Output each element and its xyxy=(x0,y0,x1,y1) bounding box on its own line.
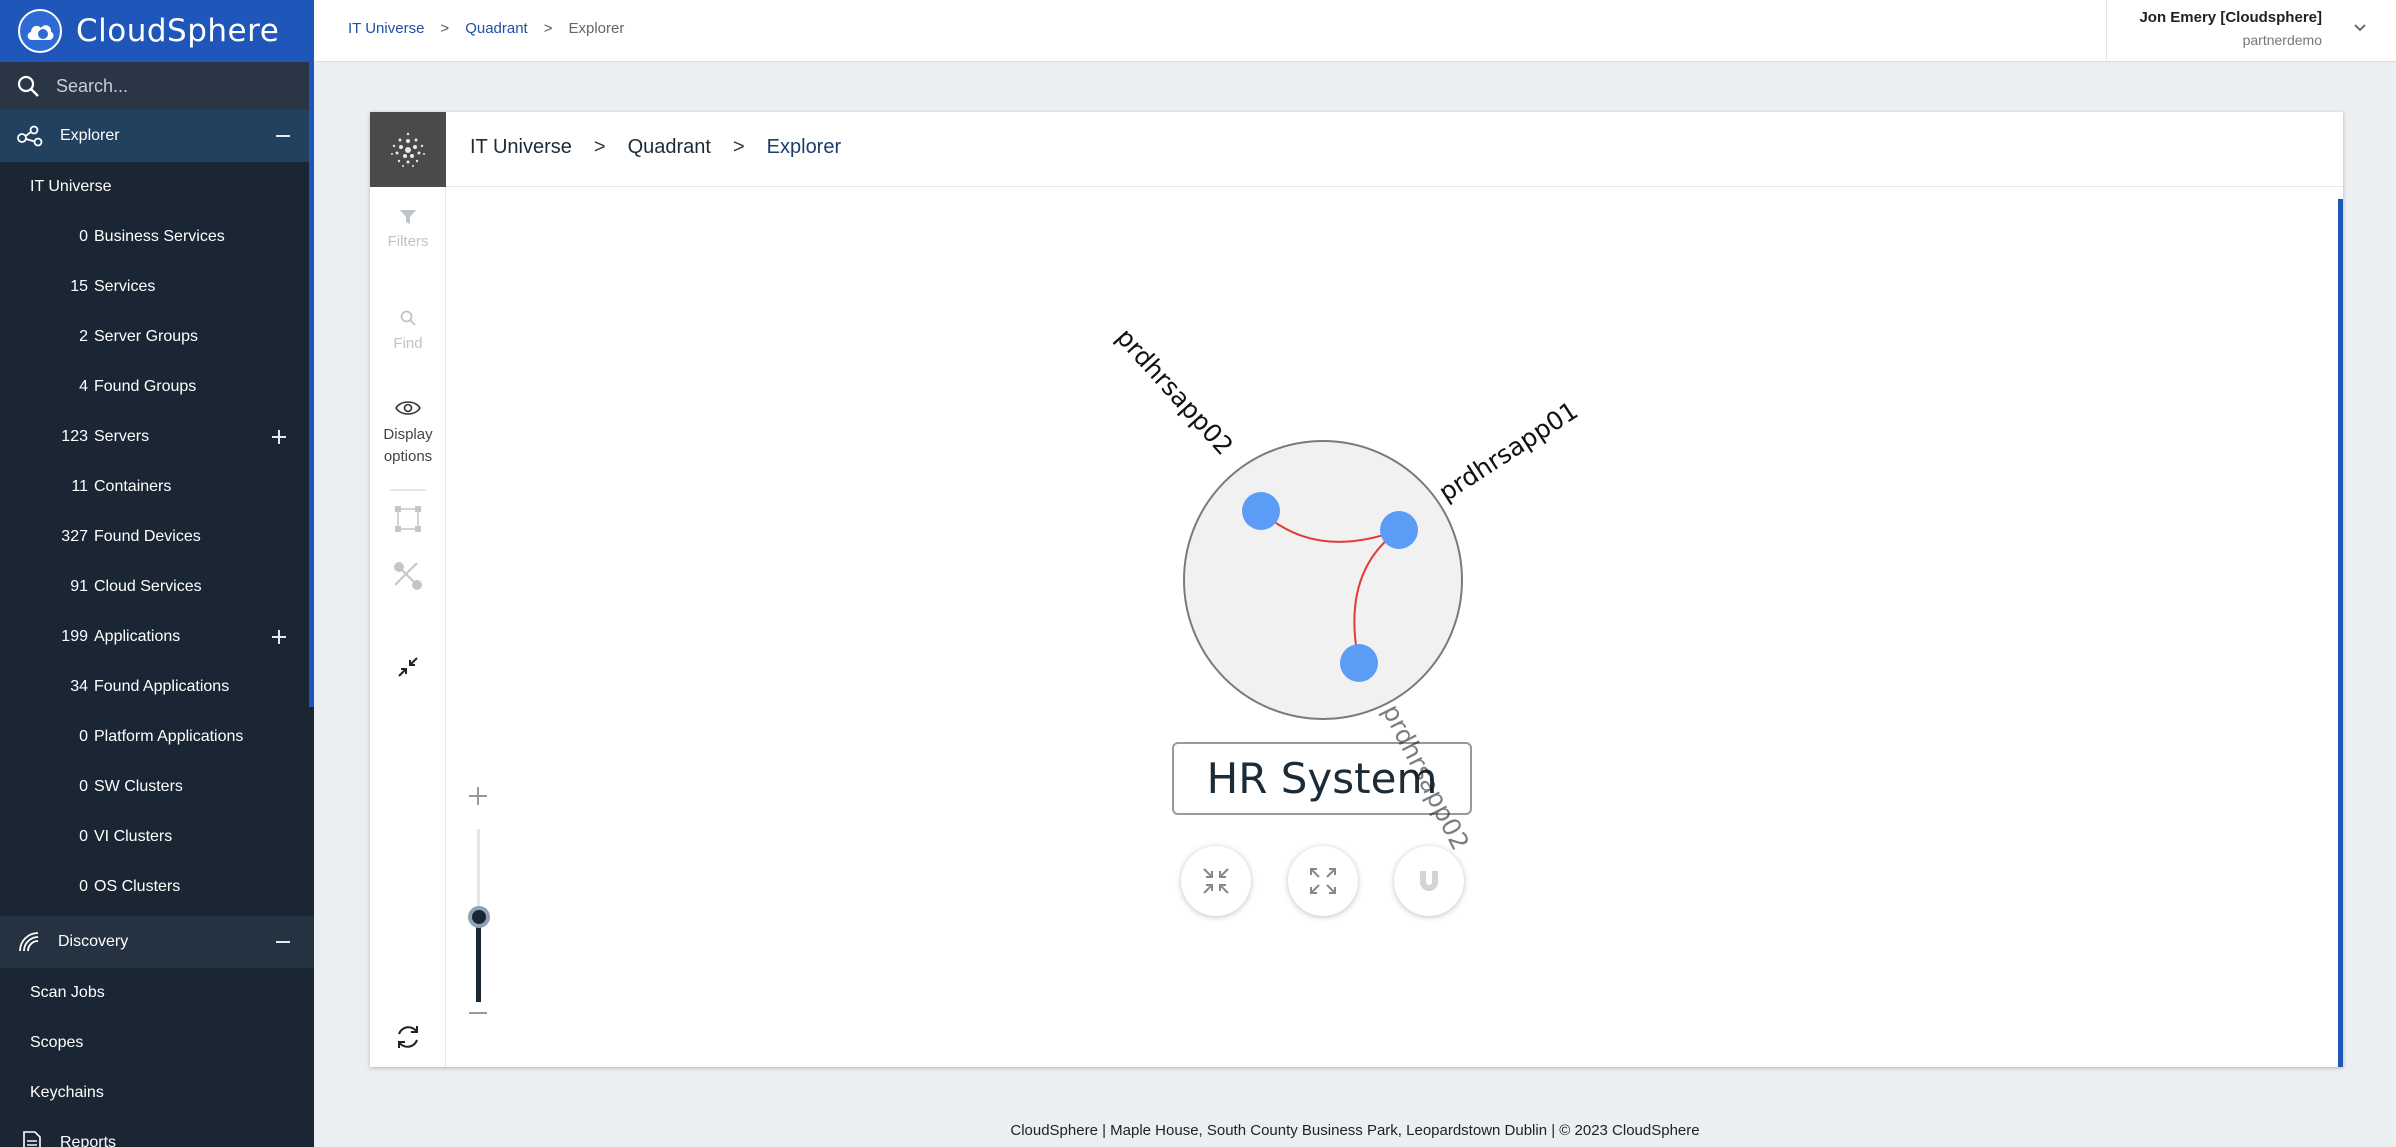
breadcrumb-explorer: Explorer xyxy=(568,20,625,37)
sidebar-item-label: Scan Jobs xyxy=(30,984,105,1001)
sidebar-item-reports[interactable]: Reports xyxy=(0,1118,314,1147)
graph-node-prdhrsapp01[interactable] xyxy=(1380,511,1418,549)
graph-node-prdhrsapp02-b[interactable] xyxy=(1340,644,1378,682)
collapse-icon[interactable] xyxy=(276,941,290,943)
sidebar-item-count: 34 xyxy=(70,678,88,695)
sidebar-item-label: Services xyxy=(94,278,156,295)
sidebar-item-scan-jobs[interactable]: Scan Jobs xyxy=(0,968,314,1018)
sidebar-item-count: 199 xyxy=(61,628,88,645)
sidebar-item-label: VI Clusters xyxy=(94,828,173,845)
breadcrumb-quadrant[interactable]: Quadrant xyxy=(465,20,528,37)
sidebar-item-count: 0 xyxy=(79,228,88,245)
sidebar-explorer-label: Explorer xyxy=(60,127,120,144)
graph-svg: prdhrsapp02 prdhrsapp01 xyxy=(1111,323,1583,720)
sidebar-item-os-clusters[interactable]: 0 OS Clusters xyxy=(0,862,314,912)
user-menu[interactable]: Jon Emery [Cloudsphere] partnerdemo xyxy=(2106,0,2396,62)
user-org: partnerdemo xyxy=(2242,32,2322,48)
breadcrumb-it-universe[interactable]: IT Universe xyxy=(348,20,424,37)
magnet-button[interactable] xyxy=(1394,846,1464,916)
sidebar-item-containers[interactable]: 11 Containers xyxy=(0,462,314,512)
sidebar-item-label: IT Universe xyxy=(30,178,112,195)
sidebar-item-it-universe[interactable]: IT Universe xyxy=(0,162,314,212)
graph-node-prdhrsapp02[interactable] xyxy=(1242,492,1280,530)
sidebar-item-label: OS Clusters xyxy=(94,878,181,895)
sidebar-item-label: Found Applications xyxy=(94,678,230,695)
sidebar-item-scopes[interactable]: Scopes xyxy=(0,1018,314,1068)
sidebar-item-sw-clusters[interactable]: 0 SW Clusters xyxy=(0,762,314,812)
sidebar-discovery-label: Discovery xyxy=(58,933,129,950)
sidebar-item-label: Server Groups xyxy=(94,328,199,345)
sidebar-item-label: Applications xyxy=(94,628,181,645)
sidebar-item-found-applications[interactable]: 34 Found Applications xyxy=(0,662,314,712)
sidebar-scrollbar[interactable] xyxy=(309,62,314,707)
sidebar-item-applications[interactable]: 199 Applications xyxy=(0,612,314,662)
brand-name: CloudSphere xyxy=(76,13,280,49)
sidebar-item-count: 0 xyxy=(79,878,88,895)
sidebar-item-services[interactable]: 15 Services xyxy=(0,262,314,312)
top-bar: IT Universe > Quadrant > Explorer Jon Em… xyxy=(314,0,2396,62)
expand-group-button[interactable] xyxy=(1288,846,1358,916)
sidebar-item-label: SW Clusters xyxy=(94,778,183,795)
sidebar-item-count: 0 xyxy=(79,778,88,795)
sidebar-item-label: Cloud Services xyxy=(94,578,202,595)
sidebar-item-server-groups[interactable]: 2 Server Groups xyxy=(0,312,314,362)
cloudsphere-logo-icon xyxy=(18,9,62,53)
group-boundary[interactable] xyxy=(1183,440,1463,720)
sidebar-item-count: 11 xyxy=(71,478,88,495)
expand-icon xyxy=(1310,868,1336,894)
sidebar-item-servers[interactable]: 123 Servers xyxy=(0,412,314,462)
sidebar-item-count: 91 xyxy=(70,578,88,595)
sidebar-section-explorer[interactable]: Explorer xyxy=(0,110,314,162)
sidebar-item-count: 327 xyxy=(61,528,88,545)
sidebar: CloudSphere Search... Explorer IT Univer… xyxy=(0,0,314,1147)
search-placeholder: Search... xyxy=(56,75,129,96)
node-label: prdhrsapp01 xyxy=(1433,396,1583,507)
collapse-group-button[interactable] xyxy=(1181,846,1251,916)
group-label[interactable]: HR System xyxy=(1172,742,1472,815)
sidebar-item-vi-clusters[interactable]: 0 VI Clusters xyxy=(0,812,314,862)
expand-plus-icon[interactable] xyxy=(272,430,286,444)
search-input[interactable]: Search... xyxy=(0,62,314,110)
sidebar-section-discovery[interactable]: Discovery xyxy=(0,916,314,968)
collapse-icon xyxy=(1203,868,1229,894)
sidebar-item-list: 0 Business Services 15 Services 2 Server Grou… xyxy=(0,212,314,912)
breadcrumb-separator: > xyxy=(440,20,450,37)
sidebar-item-label: Found Devices xyxy=(94,528,201,545)
sidebar-item-count: 0 xyxy=(79,828,88,845)
sidebar-item-label: Platform Applications xyxy=(94,728,244,745)
expand-plus-icon[interactable] xyxy=(272,630,286,644)
sidebar-item-count: 15 xyxy=(70,278,88,295)
footer: CloudSphere | Maple House, South County … xyxy=(1010,1122,1700,1139)
discovery-icon xyxy=(19,932,39,952)
explorer-panel: IT Universe > Quadrant > Explorer Filter… xyxy=(370,112,2343,1067)
sidebar-item-label: Found Groups xyxy=(94,378,197,395)
reports-icon xyxy=(23,1131,41,1147)
sidebar-item-label: Scopes xyxy=(30,1034,84,1051)
magnet-icon xyxy=(1420,871,1438,891)
sidebar-item-count: 2 xyxy=(79,328,88,345)
sidebar-item-platform-applications[interactable]: 0 Platform Applications xyxy=(0,712,314,762)
user-name: Jon Emery [Cloudsphere] xyxy=(2139,9,2322,26)
collapse-icon[interactable] xyxy=(276,135,290,137)
sidebar-item-count: 4 xyxy=(79,378,88,395)
breadcrumb: IT Universe > Quadrant > Explorer xyxy=(348,20,624,37)
sidebar-item-label: Keychains xyxy=(30,1084,104,1101)
sidebar-item-count: 0 xyxy=(79,728,88,745)
breadcrumb-separator: > xyxy=(543,20,553,37)
sidebar-item-cloud-services[interactable]: 91 Cloud Services xyxy=(0,562,314,612)
sidebar-item-found-devices[interactable]: 327 Found Devices xyxy=(0,512,314,562)
sidebar-item-label: Containers xyxy=(94,478,172,495)
node-label: prdhrsapp02 xyxy=(1111,323,1239,461)
sidebar-item-count: 123 xyxy=(61,428,88,445)
chevron-down-icon[interactable] xyxy=(2352,20,2368,36)
explorer-icon xyxy=(17,125,43,147)
sidebar-item-keychains[interactable]: Keychains xyxy=(0,1068,314,1118)
sidebar-item-business-services[interactable]: 0 Business Services xyxy=(0,212,314,262)
brand-header[interactable]: CloudSphere xyxy=(0,0,314,62)
sidebar-item-label: Business Services xyxy=(94,228,225,245)
sidebar-item-label: Servers xyxy=(94,428,150,445)
search-icon xyxy=(17,75,39,97)
sidebar-item-label: Reports xyxy=(60,1134,117,1147)
sidebar-item-found-groups[interactable]: 4 Found Groups xyxy=(0,362,314,412)
